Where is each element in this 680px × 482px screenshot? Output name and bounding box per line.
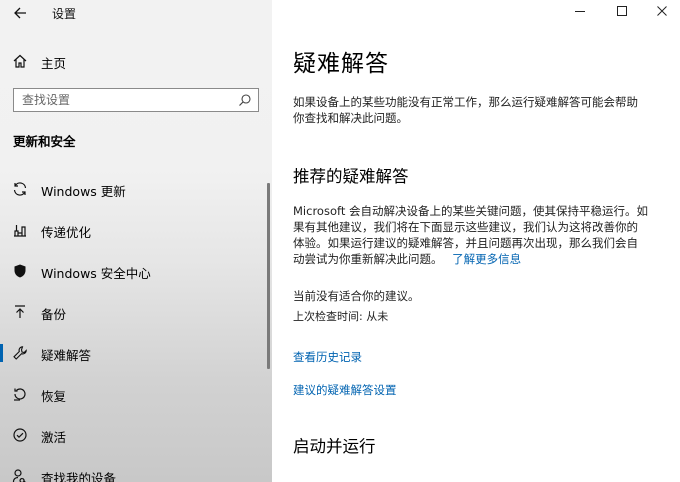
close-icon [657,6,667,16]
sidebar-item-label: 传递优化 [41,225,92,240]
maximize-button[interactable] [604,0,640,26]
maximize-icon [617,6,627,16]
recommended-heading: 推荐的疑难解答 [293,167,409,186]
section-title: 更新和安全 [13,134,76,149]
sidebar-item-troubleshoot[interactable]: 疑难解答 [0,334,265,372]
back-button[interactable] [9,2,31,24]
sync-icon [13,182,27,196]
sidebar-item-label: Windows 安全中心 [41,266,151,281]
app-title: 设置 [52,7,77,21]
check-circle-icon [13,428,27,442]
sidebar-item-delivery-optimization[interactable]: 传递优化 [0,211,265,249]
get-up-and-running-heading: 启动并运行 [293,437,376,456]
sidebar-item-activation[interactable]: 激活 [0,416,265,454]
active-indicator [0,344,3,362]
intro-text-line-2: 你查找和解决此问题。 [293,111,408,125]
recommended-text-end: 动尝试为你重新解决此问题。 [293,252,443,266]
wrench-icon [13,346,27,360]
recommended-text-line-1: Microsoft 会自动解决设备上的某些关键问题，使其保持平稳运行。如 [293,204,648,218]
sidebar: 设置 主页 更新和安全 Windows 更新 传递优化 Windows 安全中心… [0,0,272,482]
recovery-icon [14,388,26,401]
home-label: 主页 [41,56,67,71]
arrow-left-icon [14,7,26,19]
shield-icon [14,264,26,278]
sidebar-item-home[interactable]: 主页 [0,49,272,73]
recommended-text-line-2: 果有其他建议，我们将在下面显示这些建议，我们认为这将改善你的 [293,220,638,234]
search-input[interactable] [22,92,232,108]
intro-text-line-1: 如果设备上的某些功能没有正常工作，那么运行疑难解答可能会帮助 [293,95,638,109]
view-history-link[interactable]: 查看历史记录 [293,349,362,366]
sidebar-item-label: 激活 [41,430,67,445]
sidebar-item-windows-security[interactable]: Windows 安全中心 [0,252,265,290]
sidebar-item-windows-update[interactable]: Windows 更新 [0,170,265,208]
backup-arrow-icon [15,305,25,318]
delivery-optimization-icon [14,225,26,237]
sidebar-item-label: 恢复 [41,389,67,404]
page-title: 疑难解答 [293,51,389,77]
close-button[interactable] [644,0,680,26]
learn-more-link[interactable]: 了解更多信息 [452,252,521,266]
recommended-text-line-4: 动尝试为你重新解决此问题。 了解更多信息 [293,251,521,268]
sidebar-item-backup[interactable]: 备份 [0,293,265,331]
no-suggestion-text: 当前没有适合你的建议。 [293,289,420,303]
sidebar-item-find-my-device[interactable]: 查找我的设备 [0,457,265,482]
sidebar-item-recovery[interactable]: 恢复 [0,375,265,413]
sidebar-item-label: 查找我的设备 [41,471,117,482]
sidebar-item-label: Windows 更新 [41,184,126,199]
last-checked-text: 上次检查时间: 从未 [293,310,389,323]
sidebar-item-label: 备份 [41,307,67,322]
minimize-button[interactable] [562,0,598,26]
minimize-icon [575,11,585,12]
search-icon[interactable] [238,93,252,107]
person-search-icon [12,469,26,482]
troubleshoot-settings-link[interactable]: 建议的疑难解答设置 [293,382,397,399]
main-content: 疑难解答 如果设备上的某些功能没有正常工作，那么运行疑难解答可能会帮助 你查找和… [272,0,680,482]
recommended-text-line-3: 体验。如果运行建议的疑难解答，并且问题再次出现，那么我们会自 [293,236,638,250]
sidebar-item-label: 疑难解答 [41,348,92,363]
home-icon [13,54,27,68]
sidebar-titlebar: 设置 [0,0,272,26]
search-box[interactable] [13,88,259,112]
sidebar-scrollbar[interactable] [267,183,270,369]
